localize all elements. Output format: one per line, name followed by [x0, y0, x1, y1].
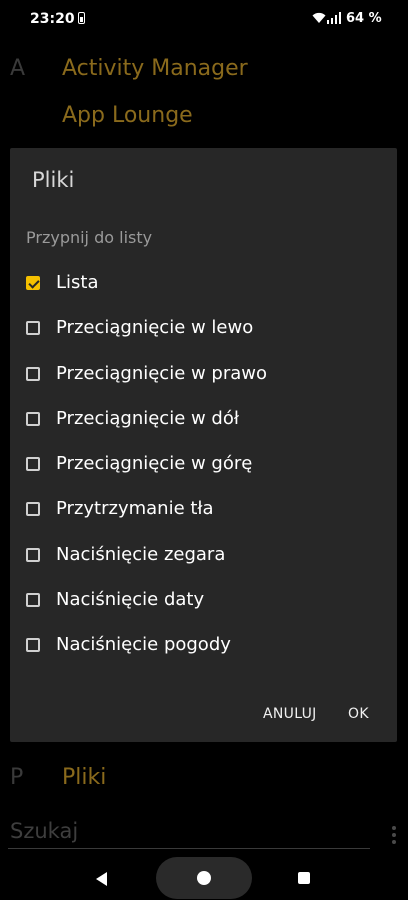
checkbox-icon[interactable]	[26, 321, 40, 335]
signal-icon	[327, 12, 341, 24]
option-label: Przeciągnięcie w górę	[56, 453, 253, 474]
search-bar	[8, 818, 370, 849]
checkbox-icon[interactable]	[26, 593, 40, 607]
option-label: Przytrzymanie tła	[56, 498, 214, 519]
navigation-bar	[0, 855, 408, 900]
option-label: Przeciągnięcie w dół	[56, 408, 239, 429]
section-header: Przypnij do listy	[26, 228, 153, 247]
back-icon[interactable]	[96, 872, 107, 886]
wifi-icon	[312, 12, 326, 23]
search-input[interactable]	[8, 818, 312, 844]
option-swipe-down[interactable]: Przeciągnięcie w dół	[10, 400, 397, 442]
ok-button[interactable]: OK	[348, 706, 369, 722]
option-swipe-right[interactable]: Przeciągnięcie w prawo	[10, 355, 397, 397]
option-tap-weather[interactable]: Naciśnięcie pogody	[10, 626, 397, 668]
option-tap-clock[interactable]: Naciśnięcie zegara	[10, 536, 397, 578]
option-swipe-up[interactable]: Przeciągnięcie w górę	[10, 445, 397, 487]
checkbox-checked-icon[interactable]	[26, 276, 40, 290]
section-letter-p: P	[10, 765, 24, 790]
option-swipe-left[interactable]: Przeciągnięcie w lewo	[10, 309, 397, 351]
option-long-press-background[interactable]: Przytrzymanie tła	[10, 490, 397, 532]
checkbox-icon[interactable]	[26, 367, 40, 381]
option-label: Lista	[56, 272, 99, 293]
section-letter-a: A	[10, 56, 26, 81]
app-app-lounge[interactable]: App Lounge	[62, 103, 193, 128]
pin-dialog: Pliki Przypnij do listy Lista Przeciągni…	[10, 148, 397, 742]
option-tap-date[interactable]: Naciśnięcie daty	[10, 581, 397, 623]
checkbox-icon[interactable]	[26, 548, 40, 562]
checkbox-icon[interactable]	[26, 412, 40, 426]
battery-percentage: 64 %	[346, 11, 382, 26]
checkbox-icon[interactable]	[26, 457, 40, 471]
home-icon	[197, 871, 211, 885]
app-activity-manager[interactable]: Activity Manager	[62, 56, 248, 81]
cancel-button[interactable]: ANULUJ	[263, 706, 317, 722]
dialog-title: Pliki	[32, 168, 75, 192]
status-bar: 23:20 64 %	[0, 0, 408, 40]
option-label: Przeciągnięcie w lewo	[56, 317, 254, 338]
option-label: Naciśnięcie pogody	[56, 634, 231, 655]
checkbox-icon[interactable]	[26, 638, 40, 652]
overflow-menu-icon[interactable]	[392, 826, 396, 846]
clock: 23:20	[30, 11, 75, 27]
battery-saver-icon	[78, 12, 85, 24]
recents-icon[interactable]	[298, 872, 310, 884]
option-label: Przeciągnięcie w prawo	[56, 363, 268, 384]
app-pliki[interactable]: Pliki	[62, 765, 106, 790]
option-label: Naciśnięcie zegara	[56, 544, 226, 565]
option-label: Naciśnięcie daty	[56, 589, 205, 610]
home-button[interactable]	[156, 857, 252, 899]
checkbox-icon[interactable]	[26, 502, 40, 516]
option-lista[interactable]: Lista	[10, 264, 397, 306]
